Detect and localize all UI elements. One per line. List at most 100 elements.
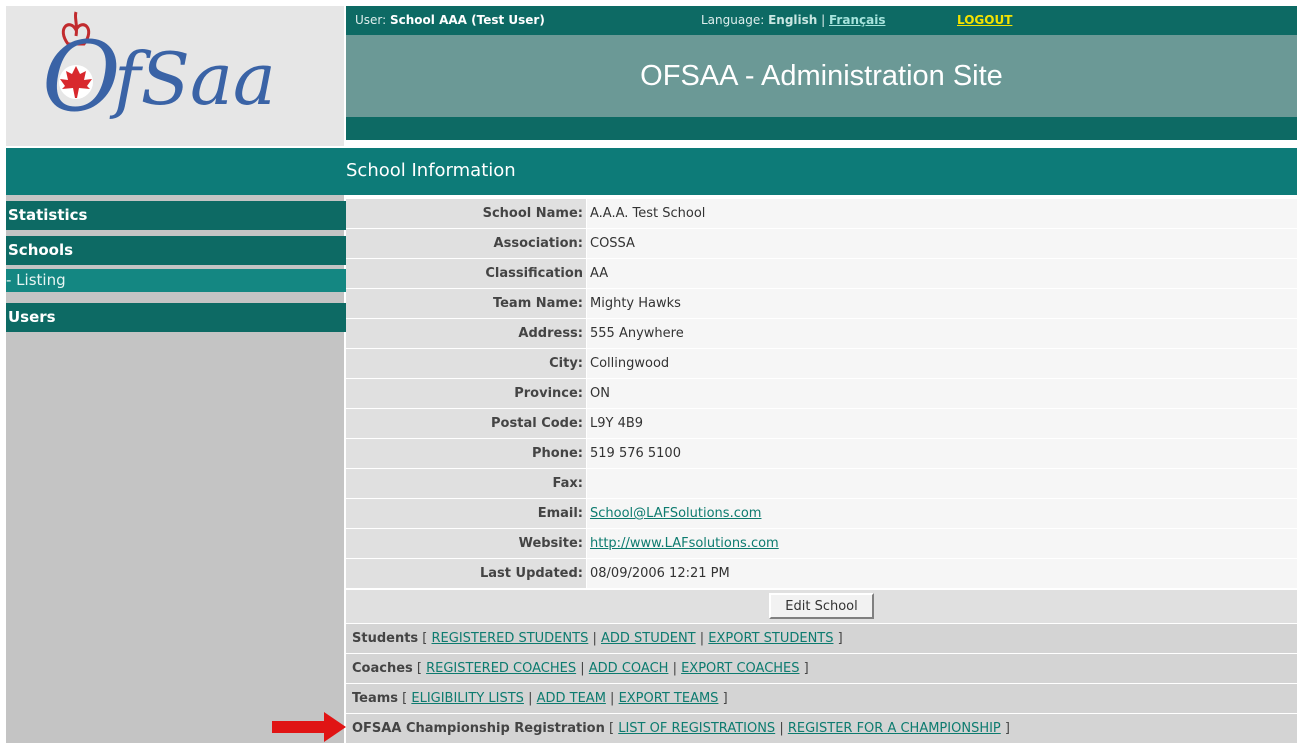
add-coach-link[interactable]: ADD COACH bbox=[589, 661, 669, 676]
field-label: Association: bbox=[346, 229, 587, 259]
table-row: Province:ON bbox=[346, 379, 1297, 409]
field-value: http://www.LAFsolutions.com bbox=[587, 529, 1297, 559]
championship-links-row: OFSAA Championship Registration [ LIST O… bbox=[346, 714, 1297, 744]
registered-students-link[interactable]: REGISTERED STUDENTS bbox=[432, 631, 589, 646]
sidebar-item-statistics[interactable]: Statistics bbox=[6, 201, 346, 230]
ofsaa-logo: O fSaa bbox=[6, 6, 344, 146]
table-row: Postal Code:L9Y 4B9 bbox=[346, 409, 1297, 439]
field-value: 519 576 5100 bbox=[587, 439, 1297, 469]
separator: | bbox=[668, 661, 681, 676]
table-row: Fax: bbox=[346, 469, 1297, 499]
field-label: School Name: bbox=[346, 199, 587, 229]
sidebar-item-label: - Listing bbox=[6, 271, 66, 289]
field-label: City: bbox=[346, 349, 587, 379]
language-label: Language: bbox=[701, 13, 768, 27]
export-teams-link[interactable]: EXPORT TEAMS bbox=[619, 691, 719, 706]
field-value: Mighty Hawks bbox=[587, 289, 1297, 319]
teams-links-row: Teams [ ELIGIBILITY LISTS | ADD TEAM | E… bbox=[346, 684, 1297, 714]
bracket: ] bbox=[834, 631, 843, 646]
row-label: OFSAA Championship Registration bbox=[346, 721, 605, 736]
coaches-links-row: Coaches [ REGISTERED COACHES | ADD COACH… bbox=[346, 654, 1297, 684]
svg-text:fSaa: fSaa bbox=[109, 37, 276, 121]
website-link[interactable]: http://www.LAFsolutions.com bbox=[590, 536, 779, 551]
bracket: ] bbox=[718, 691, 727, 706]
field-label: Website: bbox=[346, 529, 587, 559]
field-value: ON bbox=[587, 379, 1297, 409]
field-label: Email: bbox=[346, 499, 587, 529]
sidebar-item-label: Statistics bbox=[6, 206, 87, 224]
sidebar-item-schools[interactable]: Schools bbox=[6, 236, 346, 265]
email-link[interactable]: School@LAFSolutions.com bbox=[590, 506, 761, 521]
field-label: Fax: bbox=[346, 469, 587, 499]
separator: | bbox=[576, 661, 589, 676]
add-team-link[interactable]: ADD TEAM bbox=[537, 691, 606, 706]
export-coaches-link[interactable]: EXPORT COACHES bbox=[681, 661, 799, 676]
students-links-row: Students [ REGISTERED STUDENTS | ADD STU… bbox=[346, 624, 1297, 654]
field-value: School@LAFSolutions.com bbox=[587, 499, 1297, 529]
registered-coaches-link[interactable]: REGISTERED COACHES bbox=[426, 661, 576, 676]
field-value: L9Y 4B9 bbox=[587, 409, 1297, 439]
logout-link[interactable]: LOGOUT bbox=[957, 13, 1012, 27]
table-row: Association:COSSA bbox=[346, 229, 1297, 259]
table-row: Email:School@LAFSolutions.com bbox=[346, 499, 1297, 529]
field-value: Collingwood bbox=[587, 349, 1297, 379]
bracket: [ bbox=[605, 721, 618, 736]
list-of-registrations-link[interactable]: LIST OF REGISTRATIONS bbox=[618, 721, 775, 736]
register-for-championship-link[interactable]: REGISTER FOR A CHAMPIONSHIP bbox=[788, 721, 1001, 736]
separator: | bbox=[606, 691, 619, 706]
field-label: Address: bbox=[346, 319, 587, 349]
site-banner: OFSAA - Administration Site bbox=[346, 35, 1297, 117]
field-label: Postal Code: bbox=[346, 409, 587, 439]
field-label: Classification bbox=[346, 259, 587, 289]
bracket: [ bbox=[418, 631, 431, 646]
page-title: School Information bbox=[346, 160, 516, 181]
export-students-link[interactable]: EXPORT STUDENTS bbox=[708, 631, 833, 646]
separator: | bbox=[524, 691, 537, 706]
sidebar-item-label: Users bbox=[6, 308, 56, 326]
user-label: User: bbox=[355, 13, 390, 27]
sidebar-item-users[interactable]: Users bbox=[6, 303, 346, 332]
edit-school-button[interactable]: Edit School bbox=[769, 593, 873, 619]
edit-row: Edit School bbox=[346, 590, 1297, 623]
bracket: [ bbox=[413, 661, 426, 676]
field-value: COSSA bbox=[587, 229, 1297, 259]
field-value bbox=[587, 469, 1297, 499]
separator: | bbox=[588, 631, 601, 646]
table-row: School Name:A.A.A. Test School bbox=[346, 199, 1297, 229]
top-bar: User: School AAA (Test User) Language: E… bbox=[346, 6, 1297, 35]
bracket: [ bbox=[398, 691, 411, 706]
add-student-link[interactable]: ADD STUDENT bbox=[601, 631, 696, 646]
table-row: Team Name:Mighty Hawks bbox=[346, 289, 1297, 319]
user-info: User: School AAA (Test User) bbox=[355, 13, 545, 27]
section-header: School Information bbox=[6, 148, 1297, 195]
eligibility-lists-link[interactable]: ELIGIBILITY LISTS bbox=[411, 691, 524, 706]
sidebar: Statistics Schools - Listing Users bbox=[6, 195, 344, 743]
sidebar-item-label: Schools bbox=[6, 241, 73, 259]
separator: | bbox=[696, 631, 709, 646]
table-row: Address:555 Anywhere bbox=[346, 319, 1297, 349]
row-label: Teams bbox=[346, 691, 398, 706]
maple-leaf-icon bbox=[59, 65, 93, 99]
language-francais-link[interactable]: Français bbox=[829, 13, 885, 27]
red-arrow-icon bbox=[272, 712, 348, 742]
separator: | bbox=[775, 721, 788, 736]
bracket: ] bbox=[1001, 721, 1010, 736]
field-value: A.A.A. Test School bbox=[587, 199, 1297, 229]
language-current: English bbox=[768, 13, 817, 27]
field-label: Phone: bbox=[346, 439, 587, 469]
row-label: Students bbox=[346, 631, 418, 646]
table-row: Last Updated:08/09/2006 12:21 PM bbox=[346, 559, 1297, 589]
field-value: 08/09/2006 12:21 PM bbox=[587, 559, 1297, 589]
table-row: City:Collingwood bbox=[346, 349, 1297, 379]
field-label: Last Updated: bbox=[346, 559, 587, 589]
sidebar-item-listing[interactable]: - Listing bbox=[6, 269, 346, 292]
row-label: Coaches bbox=[346, 661, 413, 676]
banner-stripe bbox=[346, 117, 1297, 140]
table-row: Website:http://www.LAFsolutions.com bbox=[346, 529, 1297, 559]
language-switcher: Language: English | Français bbox=[701, 13, 885, 27]
language-separator: | bbox=[817, 13, 829, 27]
bracket: ] bbox=[800, 661, 809, 676]
field-label: Province: bbox=[346, 379, 587, 409]
field-value: AA bbox=[587, 259, 1297, 289]
user-name: School AAA (Test User) bbox=[390, 13, 545, 27]
